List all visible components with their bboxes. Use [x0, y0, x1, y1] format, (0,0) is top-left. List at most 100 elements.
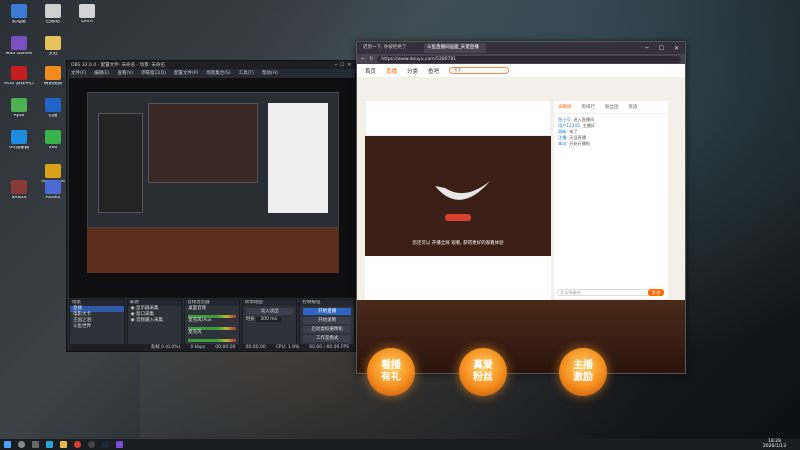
scene-item[interactable]: 斗鱼世界	[70, 324, 124, 330]
maximize-icon[interactable]: ☐	[659, 45, 664, 52]
app-icon	[45, 164, 61, 178]
promo-badge[interactable]: 主播 激励	[559, 348, 607, 396]
taskbar: 18:28 2026/1/13	[0, 439, 800, 450]
obs-title: OBS 32.0.4 - 配置文件: 未命名 - 场景: 未命名	[71, 63, 166, 68]
edge-icon[interactable]	[46, 441, 53, 448]
close-icon[interactable]: ✕	[347, 63, 351, 68]
chat-user[interactable]: 鱼小号:	[558, 117, 573, 122]
refresh-icon[interactable]: ↻	[369, 56, 373, 62]
desktop-icon[interactable]: 回收站	[36, 4, 70, 34]
stage-info: 您还可以 开播全屏 观看, 获得更好的观看体验	[412, 241, 504, 246]
browser-tab-active[interactable]: 斗鱼直播间画面_天使直播	[424, 43, 486, 53]
obs-icon[interactable]	[88, 441, 95, 448]
video-player[interactable]: 您还可以 开播全屏 观看, 获得更好的观看体验	[365, 136, 551, 256]
desktop-icon-label: SAN14	[11, 196, 27, 200]
app-icon	[45, 36, 61, 50]
chat-panel: 贡献榜 周排行 粉丝团 贵族 鱼小号: 进入直播间 用户12345: 主播好 萌新: 来了…	[553, 100, 669, 300]
send-button[interactable]: 发送	[648, 289, 664, 296]
desktop-icon-label: 回收站	[46, 20, 60, 24]
nav-live[interactable]: 直播	[386, 67, 397, 75]
desktop-icon[interactable]: 360	[36, 130, 70, 160]
chat-tab[interactable]: 粉丝团	[605, 104, 619, 110]
nav-yuba[interactable]: 鱼吧	[428, 67, 439, 75]
menu-item[interactable]: 配置文件(P)	[174, 70, 198, 76]
url-field[interactable]: https://www.douyu.com/5280781	[377, 55, 681, 63]
explorer-icon[interactable]	[60, 441, 67, 448]
browser-tab[interactable]: 迟到一下, 你被拒绝了	[360, 43, 422, 53]
chat-text: 开始开播啦	[569, 141, 591, 146]
app-icon[interactable]	[116, 441, 123, 448]
duration-label: 时长 300 ms	[243, 317, 297, 323]
desktop-icon[interactable]: Ryzo	[2, 98, 36, 128]
chat-text: 主播好	[582, 123, 596, 128]
desktop-icon[interactable]: Mod Games	[2, 36, 36, 66]
mixer-channel-label: 桌面音频	[188, 306, 207, 311]
desktop-icon[interactable]: Assets	[36, 180, 70, 210]
mixer-channel-label: 麦克风/Aux	[188, 318, 212, 323]
search-input[interactable]: 搜索	[449, 67, 510, 74]
desktop-icon[interactable]: 文档	[36, 36, 70, 66]
app-icon	[11, 36, 27, 50]
chat-user[interactable]: 用户12345:	[558, 123, 582, 128]
steam-icon[interactable]	[102, 441, 109, 448]
control-button[interactable]: 开始直播	[303, 308, 351, 315]
desktop-icon-label: 腾讯视频	[44, 82, 62, 86]
volume-meter[interactable]	[188, 339, 236, 342]
menu-item[interactable]: 文件(F)	[71, 70, 86, 76]
nav-category[interactable]: 分类	[407, 67, 418, 75]
obs-statusbar: 丢帧 0 (0.0%) 0 kbps 00:00:00 00:00:00 CPU: 1.…	[67, 344, 355, 351]
app-icon	[45, 98, 61, 112]
status-item: CPU: 1.9%	[275, 345, 300, 350]
desktop-icon[interactable]: SAN14	[2, 180, 36, 210]
desktop-icon[interactable]: 迅雷	[36, 98, 70, 128]
control-button[interactable]: 工作室模式	[303, 335, 351, 342]
chat-message: 本站: 开始开播啦	[554, 141, 668, 147]
taskview-icon[interactable]	[32, 441, 39, 448]
chat-user[interactable]: 本站:	[558, 141, 569, 146]
promo-badge[interactable]: 看播 有礼	[367, 348, 415, 396]
obs-menubar: 文件(F) 编辑(E) 查看(V) 停靠窗口(D) 配置文件(P) 场景集合(S) 工具(T…	[67, 69, 355, 77]
nav-home[interactable]: 首页	[365, 67, 376, 75]
minimize-icon[interactable]: ─	[335, 63, 338, 68]
chat-tab[interactable]: 贡献榜	[558, 104, 572, 110]
desktop-icon-label: 迅雷	[48, 114, 58, 118]
chrome-icon[interactable]	[74, 441, 81, 448]
control-button[interactable]: 开始录制	[303, 317, 351, 324]
chat-user[interactable]: 注播:	[558, 135, 569, 140]
search-icon[interactable]	[18, 441, 25, 448]
desktop-icon[interactable]: DATA	[70, 4, 104, 34]
status-item: 00:00:00	[215, 345, 236, 350]
chat-tab[interactable]: 贵族	[629, 104, 638, 110]
obs-preview[interactable]	[69, 78, 355, 298]
site-nav: 首页 直播 分类 鱼吧 搜索	[357, 64, 685, 78]
chat-input[interactable]: 发条弹幕吧	[557, 289, 655, 296]
desktop-icon[interactable]: UU加速器	[2, 130, 36, 160]
desktop-icon[interactable]: ROG 游戏中心	[2, 66, 36, 96]
start-icon[interactable]	[4, 441, 11, 448]
chat-user[interactable]: 萌新:	[558, 129, 569, 134]
desktop-icon[interactable]: 腾讯视频	[36, 66, 70, 96]
promo-badge[interactable]: 真爱 粉丝	[459, 348, 507, 396]
control-button[interactable]: 启动虚拟摄像机	[303, 326, 351, 333]
app-icon	[11, 98, 27, 112]
transition-select[interactable]: 淡入淡出	[245, 308, 294, 315]
maximize-icon[interactable]: ☐	[340, 63, 344, 68]
status-item: 60.00 / 60.00 FPS	[309, 345, 349, 350]
desktop-icon[interactable]: 此电脑	[2, 4, 36, 34]
browser-window: 迟到一下, 你被拒绝了 斗鱼直播间画面_天使直播 ─ ☐ ✕ ← ↻ https:/…	[356, 41, 686, 396]
menu-item[interactable]: 停靠窗口(D)	[141, 70, 166, 76]
menu-item[interactable]: 编辑(E)	[94, 70, 109, 76]
chat-tab[interactable]: 周排行	[582, 104, 596, 110]
menu-item[interactable]: 帮助(H)	[262, 70, 278, 76]
desktop-icon-label: ROG 游戏中心	[4, 82, 34, 86]
menu-item[interactable]: 场景集合(S)	[206, 70, 230, 76]
back-icon[interactable]: ←	[361, 56, 365, 62]
menu-item[interactable]: 查看(V)	[117, 70, 133, 76]
close-icon[interactable]: ✕	[674, 45, 679, 52]
desktop-icon-label: Mod Games	[5, 52, 33, 56]
status-item: 丢帧 0 (0.0%)	[150, 345, 181, 350]
minimize-icon[interactable]: ─	[645, 45, 649, 52]
menu-item[interactable]: 工具(T)	[239, 70, 254, 76]
source-item[interactable]: ◉ 音频输入采集	[128, 318, 182, 324]
status-item: 0 kbps	[190, 345, 206, 350]
